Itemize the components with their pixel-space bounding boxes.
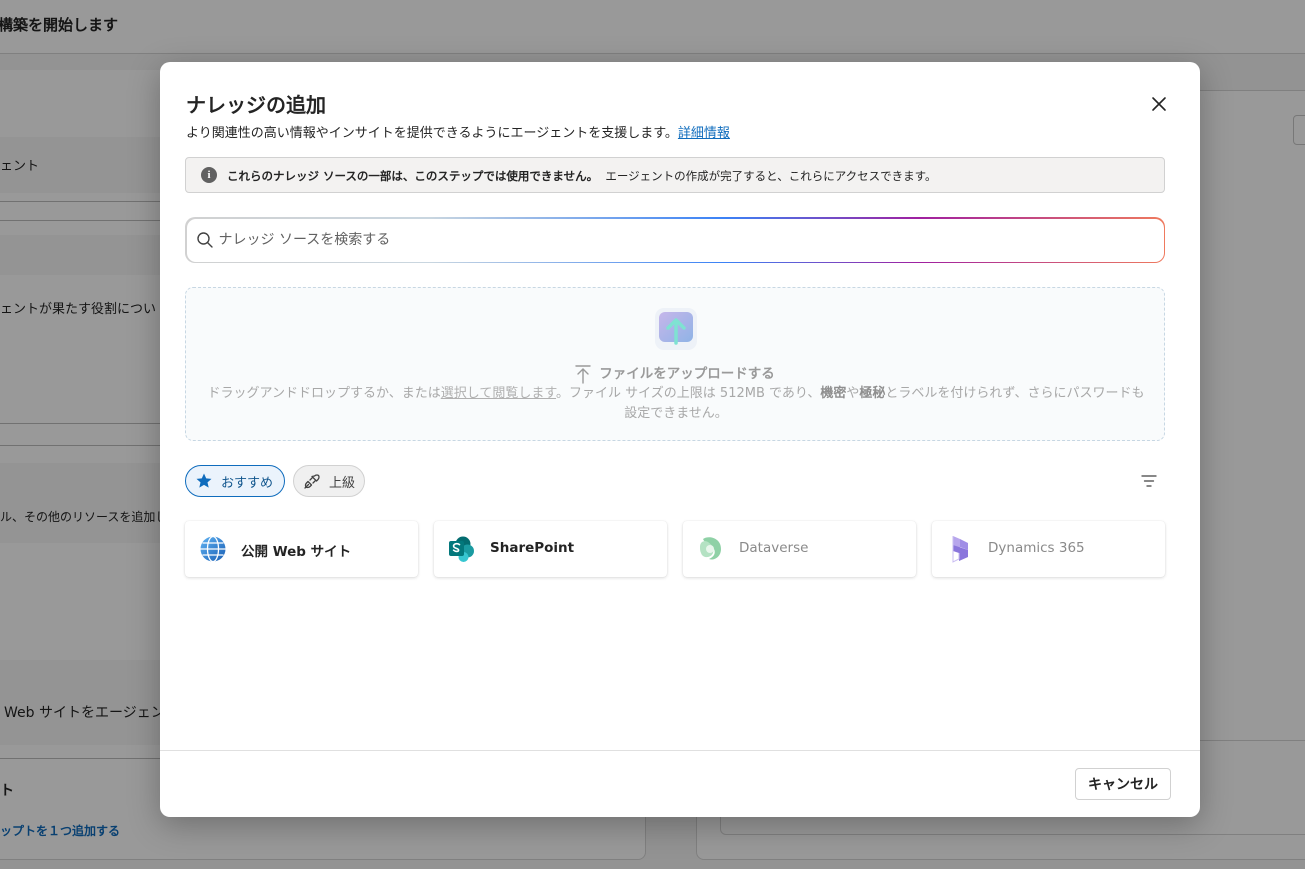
learn-more-link[interactable]: 詳細情報 xyxy=(678,126,730,141)
source-card-label: 公開 Web サイト xyxy=(241,544,352,560)
dynamics-365-icon xyxy=(952,536,968,563)
source-card-sharepoint[interactable]: SharePoint xyxy=(434,521,667,577)
browse-files-link[interactable]: 選択して閲覧します xyxy=(441,386,556,401)
info-icon: i xyxy=(201,167,217,183)
info-message-text: エージェントの作成が完了すると、これらにアクセスできます。 xyxy=(605,169,937,183)
dialog-subtitle: より関連性の高い情報やインサイトを提供できるようにエージェントを支援します。詳細… xyxy=(186,122,730,141)
footer-divider xyxy=(160,750,1200,751)
info-message-bar: i これらのナレッジ ソースの一部は、このステップでは使用できません。 エージェ… xyxy=(185,157,1165,193)
source-card-label: Dynamics 365 xyxy=(988,540,1085,556)
filter-button[interactable] xyxy=(1138,471,1160,491)
source-card-dynamics-365[interactable]: Dynamics 365 xyxy=(932,521,1165,577)
upload-desc-part: ドラッグアンドドロップするか、または xyxy=(207,386,441,401)
globe-icon xyxy=(200,535,226,563)
dialog-title: ナレッジの追加 xyxy=(186,93,326,117)
upload-title: ファイルをアップロードする xyxy=(186,362,1164,384)
filter-chip-advanced[interactable]: 上級 xyxy=(293,465,365,497)
info-message-bold: これらのナレッジ ソースの一部は、このステップでは使用できません。 xyxy=(227,169,599,183)
source-card-dataverse[interactable]: Dataverse xyxy=(683,521,916,577)
upload-cloud-icon xyxy=(655,308,697,350)
filter-chip-label: おすすめ xyxy=(221,475,274,491)
knowledge-search-input[interactable] xyxy=(218,218,1139,262)
label-highly-confidential: 極秘 xyxy=(859,386,886,401)
cancel-button[interactable]: キャンセル xyxy=(1075,768,1171,800)
search-box xyxy=(185,217,1165,263)
search-icon xyxy=(196,231,213,248)
upload-description: ドラッグアンドドロップするか、または選択して閲覧します。ファイル サイズの上限は… xyxy=(204,384,1148,424)
info-message: これらのナレッジ ソースの一部は、このステップでは使用できません。 エージェント… xyxy=(227,168,937,184)
star-icon xyxy=(195,472,213,490)
upload-arrow-icon xyxy=(575,365,591,384)
sharepoint-icon xyxy=(449,536,474,562)
upload-title-text: ファイルをアップロードする xyxy=(599,366,775,382)
upload-desc-part: 。ファイル サイズの上限は 512MB であり、 xyxy=(556,386,821,401)
file-upload-dropzone[interactable]: ファイルをアップロードする ドラッグアンドドロップするか、または選択して閲覧しま… xyxy=(185,287,1165,441)
source-card-label: SharePoint xyxy=(490,540,575,556)
close-button[interactable] xyxy=(1145,90,1173,118)
dataverse-icon xyxy=(700,537,721,560)
upload-desc-part: や xyxy=(846,386,860,401)
plug-icon xyxy=(303,472,321,490)
source-card-label: Dataverse xyxy=(739,540,809,556)
filter-icon xyxy=(1141,475,1157,487)
filter-chip-recommended[interactable]: おすすめ xyxy=(185,465,285,497)
dialog-subtitle-text: より関連性の高い情報やインサイトを提供できるようにエージェントを支援します。 xyxy=(186,126,678,141)
add-knowledge-dialog: ナレッジの追加 より関連性の高い情報やインサイトを提供できるようにエージェントを… xyxy=(160,62,1200,817)
source-card-public-website[interactable]: 公開 Web サイト xyxy=(185,521,418,577)
filter-chip-label: 上級 xyxy=(329,475,356,491)
label-confidential: 機密 xyxy=(820,386,847,401)
close-icon xyxy=(1152,97,1166,111)
